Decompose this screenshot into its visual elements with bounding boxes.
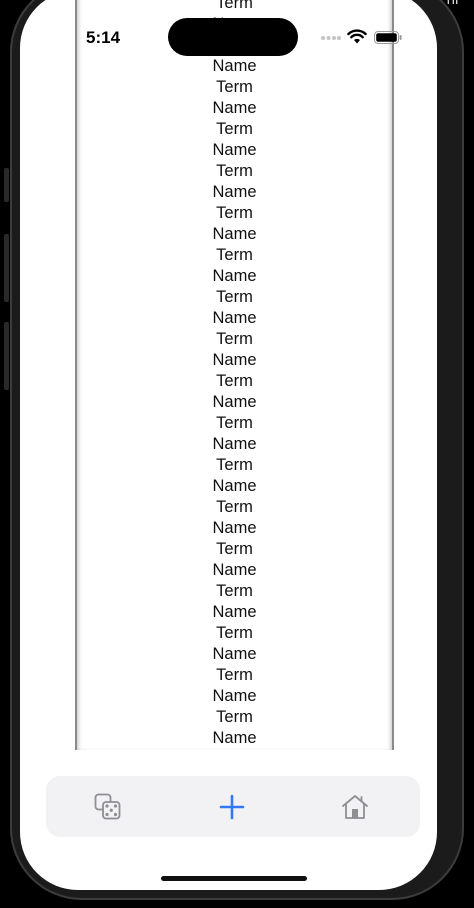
list-item: Term <box>77 749 392 750</box>
tab-home[interactable] <box>315 776 395 837</box>
list-item: Term <box>216 330 253 348</box>
home-indicator[interactable] <box>161 876 307 881</box>
house-icon <box>342 794 368 819</box>
list-item: Name <box>212 309 257 327</box>
list-item: Name <box>212 141 257 159</box>
wifi-icon <box>347 29 367 44</box>
list-item: Name <box>212 351 257 369</box>
volume-down-button <box>4 322 9 390</box>
list-item: Name <box>212 729 257 747</box>
dice-icon <box>94 793 121 819</box>
list-item: Term <box>216 372 253 390</box>
list-item: Term <box>216 246 253 264</box>
list-item: Name <box>212 225 257 243</box>
list-item: Name <box>212 267 257 285</box>
screen: Term Name Term Name Term Name Term Name Term Name… <box>20 0 437 890</box>
battery-icon <box>374 31 402 44</box>
status-time: 5:14 <box>86 28 121 47</box>
list-item: Term <box>216 456 253 474</box>
dynamic-island <box>168 18 298 56</box>
list-item: Name <box>212 393 257 411</box>
volume-up-button <box>4 234 9 302</box>
list-item: Name <box>212 687 257 705</box>
list-item: Name <box>212 561 257 579</box>
plus-icon <box>219 794 245 819</box>
list-item: Term <box>216 624 253 642</box>
list-item: Term <box>216 288 253 306</box>
list-item: Term <box>216 708 253 726</box>
term-name-list: Term Name Term Name Term Name Term Name Term Name… <box>77 0 392 750</box>
list-item: Name <box>212 183 257 201</box>
action-button <box>4 168 9 202</box>
list-item: Term <box>216 78 253 96</box>
list-item: Term <box>216 666 253 684</box>
list-item: Name <box>212 435 257 453</box>
tab-bar <box>46 776 420 837</box>
list-item: Name <box>212 603 257 621</box>
list-item: Name <box>212 645 257 663</box>
tab-dice[interactable] <box>68 776 148 837</box>
list-item: Name <box>212 519 257 537</box>
list-item: Name <box>212 477 257 495</box>
list-item: Term <box>216 414 253 432</box>
list-item: Term <box>216 120 253 138</box>
list-item: Term <box>216 162 253 180</box>
list-item: Term <box>216 498 253 516</box>
tab-add[interactable] <box>192 776 272 837</box>
list-item: Name <box>212 99 257 117</box>
cellular-signal-icon <box>321 36 341 40</box>
list-item: Term <box>216 540 253 558</box>
list-column[interactable]: Term Name Term Name Term Name Term Name Term Name… <box>75 0 394 750</box>
status-bar: 5:14 <box>20 0 437 60</box>
list-item: Term <box>216 582 253 600</box>
list-item: Term <box>216 204 253 222</box>
